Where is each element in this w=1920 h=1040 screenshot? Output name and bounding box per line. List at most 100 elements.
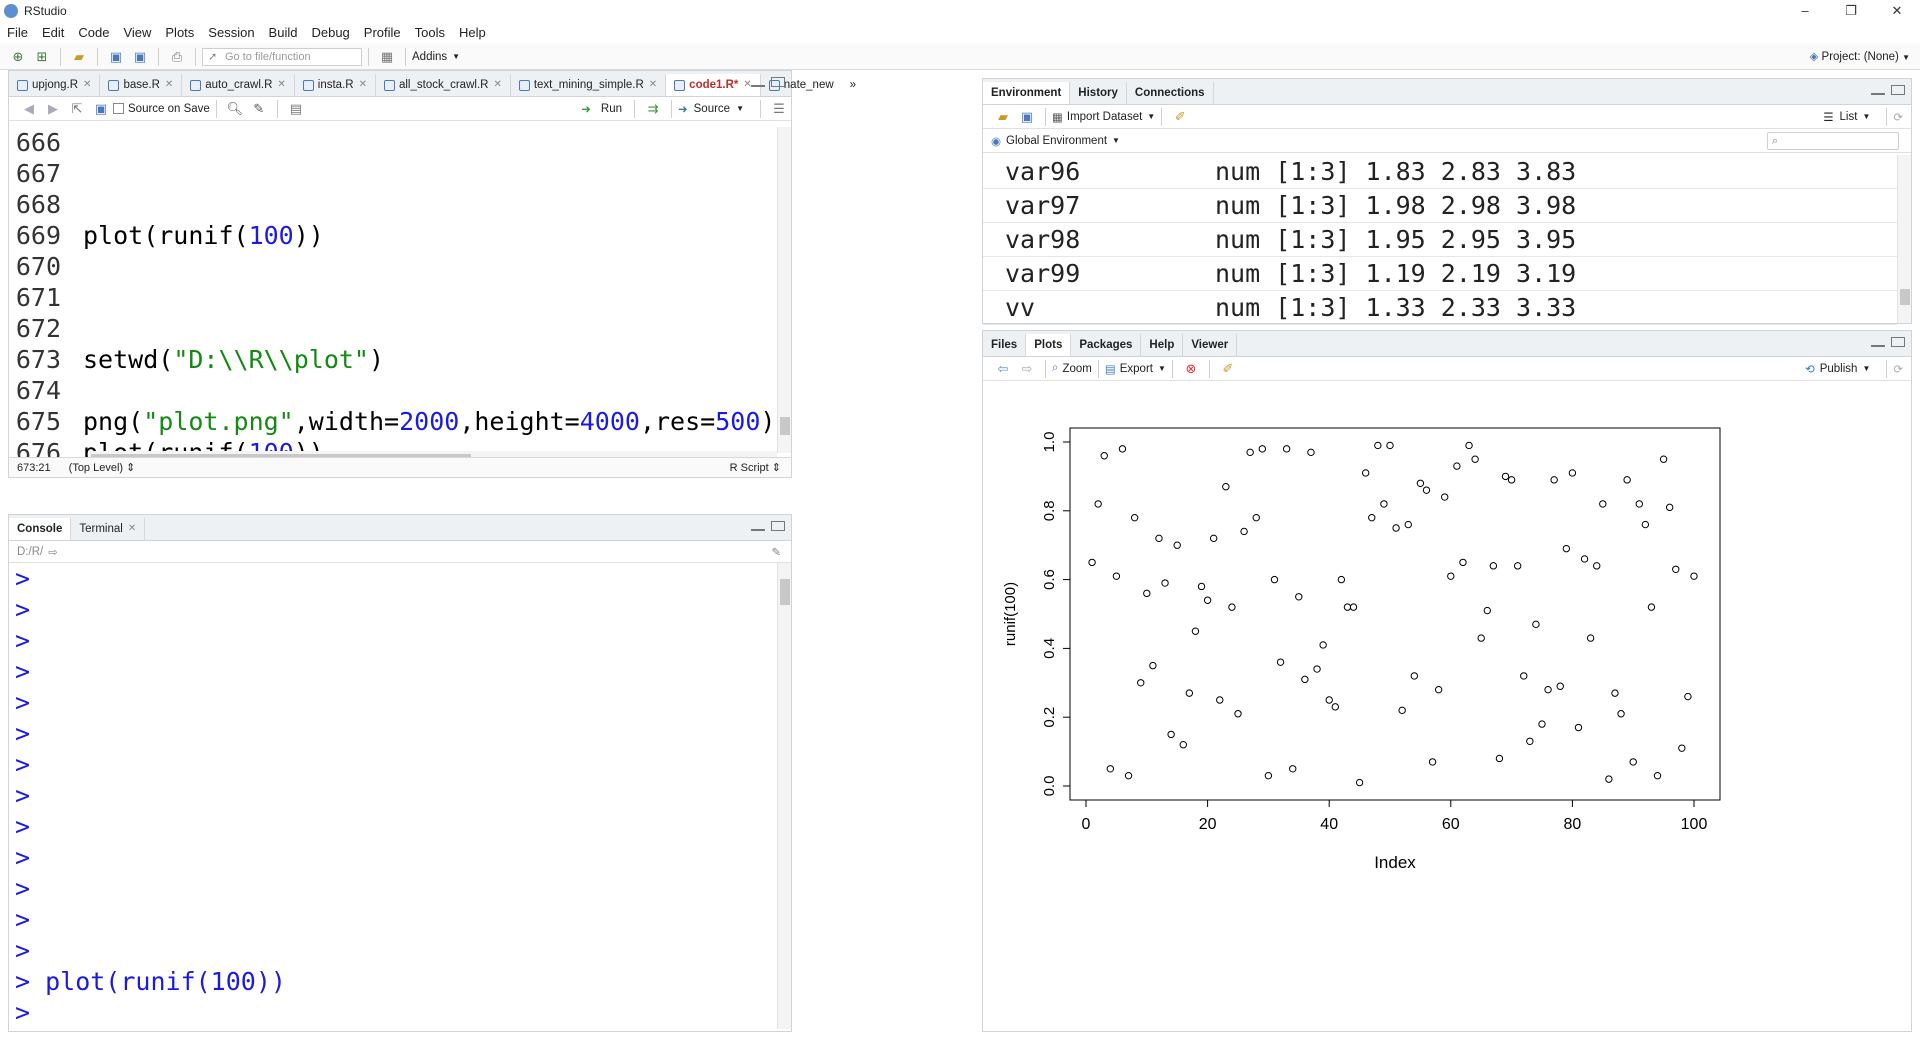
code-tools-wand-icon[interactable]: ✎ [250,100,268,118]
scrollbar-thumb[interactable] [780,417,790,435]
maximize-button[interactable]: ❐ [1828,0,1874,22]
close-tab-icon[interactable]: ✕ [83,74,91,96]
code-editor[interactable]: 666 667 668 669 plot(runif(100)) 670 671 672 673… [9,127,779,467]
maximize-pane-icon[interactable] [771,521,785,531]
tab-connections[interactable]: Connections [1127,82,1214,104]
environment-scope-selector[interactable]: Global Environment [1006,135,1107,147]
workspace-panes-icon[interactable]: ▦ [378,48,396,66]
project-menu[interactable]: ◈ Project: (None) ▼ [1809,49,1910,63]
previous-plot-icon[interactable]: ⇦ [994,360,1012,378]
minimize-pane-icon[interactable] [1871,91,1885,95]
list-view-selector[interactable]: List [1840,111,1858,123]
environment-row[interactable]: var97 num [1:3] 1.98 2.98 3.98 [983,189,1897,223]
close-tab-icon[interactable]: ✕ [359,74,367,96]
menu-code[interactable]: Code [71,22,116,44]
rerun-icon[interactable]: ⇉ [644,100,662,118]
tab-help[interactable]: Help [1141,334,1184,356]
tab-terminal[interactable]: Terminal ✕ [71,518,146,540]
code-line[interactable]: 673 setwd("D:\\R\\plot") [9,344,779,375]
save-all-icon[interactable]: ▣ [131,48,149,66]
menu-debug[interactable]: Debug [304,22,356,44]
environment-row[interactable]: var99 num [1:3] 1.19 2.19 3.19 [983,257,1897,291]
tab-environment[interactable]: Environment [983,82,1071,104]
tab-files[interactable]: Files [983,334,1027,356]
code-line[interactable]: 670 [9,251,779,282]
close-tab-icon[interactable]: ✕ [493,74,501,96]
tab-insta[interactable]: insta.R ✕ [295,74,376,96]
code-line[interactable]: 671 [9,282,779,313]
export-button[interactable]: Export [1120,363,1153,375]
back-arrow-icon[interactable]: ◀ [20,100,38,118]
code-line[interactable]: 672 [9,313,779,344]
run-button[interactable]: Run [601,103,622,115]
environment-row[interactable]: vv num [1:3] 1.33 2.33 3.33 [983,291,1897,325]
environment-vertical-scrollbar[interactable] [1897,155,1911,323]
tab-console[interactable]: Console [9,518,72,540]
compile-report-icon[interactable]: ▤ [287,100,305,118]
tab-code1[interactable]: code1.R* ✕ [666,74,761,96]
code-line[interactable]: 675 png("plot.png",width=2000,height=4000… [9,406,779,437]
outline-icon[interactable]: ☰ [770,100,788,118]
source-button[interactable]: Source [694,103,730,115]
new-project-icon[interactable]: ⊞ [33,48,51,66]
go-to-directory-icon[interactable]: ⇨ [48,545,58,559]
source-dropdown-icon[interactable]: ▼ [736,104,744,113]
open-file-icon[interactable]: ▰ [70,48,88,66]
broom-icon[interactable]: ✐ [1171,108,1189,126]
addins-dropdown-icon[interactable]: ▼ [452,52,460,61]
menu-help[interactable]: Help [452,22,493,44]
tab-history[interactable]: History [1070,82,1127,104]
code-line[interactable]: 674 [9,375,779,406]
minimize-pane-icon[interactable] [1871,343,1885,347]
minimize-button[interactable]: – [1782,0,1828,22]
minimize-pane-icon[interactable] [751,83,765,87]
code-line[interactable]: 669 plot(runif(100)) [9,220,779,251]
menu-view[interactable]: View [116,22,158,44]
tab-base[interactable]: base.R ✕ [100,74,183,96]
save-icon[interactable]: ▣ [92,100,110,118]
menu-profile[interactable]: Profile [357,22,408,44]
remove-plot-icon[interactable]: ⊗ [1182,360,1200,378]
close-tab-icon[interactable]: ✕ [649,74,657,96]
tab-upjong[interactable]: upjong.R ✕ [9,74,101,96]
code-line[interactable]: 668 [9,189,779,220]
menu-session[interactable]: Session [201,22,261,44]
scrollbar-thumb[interactable] [780,579,790,605]
more-tabs-icon[interactable]: » [842,74,864,96]
clear-plots-broom-icon[interactable]: ✐ [1219,360,1237,378]
refresh-icon[interactable]: ⟳ [1893,110,1903,124]
publish-dropdown-icon[interactable]: ▼ [1862,364,1870,373]
maximize-pane-icon[interactable] [771,77,785,87]
menu-tools[interactable]: Tools [408,22,452,44]
editor-vertical-scrollbar[interactable] [777,127,791,453]
next-plot-icon[interactable]: ⇨ [1018,360,1036,378]
close-tab-icon[interactable]: ✕ [277,74,285,96]
go-to-file-input[interactable]: ➚ Go to file/function [202,47,362,66]
code-line[interactable]: 667 [9,158,779,189]
import-dataset-button[interactable]: Import Dataset [1067,111,1142,123]
import-dropdown-icon[interactable]: ▼ [1147,112,1155,121]
tab-auto-crawl[interactable]: auto_crawl.R ✕ [182,74,295,96]
tab-text-mining-simple[interactable]: text_mining_simple.R ✕ [511,74,667,96]
minimize-pane-icon[interactable] [751,527,765,531]
show-in-window-icon[interactable]: ⇱ [68,100,86,118]
refresh-icon[interactable]: ⟳ [1893,362,1903,376]
close-tab-icon[interactable]: ✕ [165,74,173,96]
scrollbar-thumb[interactable] [1900,289,1910,305]
environment-row[interactable]: var96 num [1:3] 1.83 2.83 3.83 [983,155,1897,189]
scope-dropdown-icon[interactable]: ▼ [1112,136,1120,145]
forward-arrow-icon[interactable]: ▶ [44,100,62,118]
close-button[interactable]: ✕ [1874,0,1920,22]
menu-edit[interactable]: Edit [35,22,71,44]
tab-viewer[interactable]: Viewer [1183,334,1238,356]
file-type-selector[interactable]: R Script ⇕ [730,461,781,474]
print-icon[interactable]: ⎙ [168,48,186,66]
export-dropdown-icon[interactable]: ▼ [1158,364,1166,373]
console-vertical-scrollbar[interactable] [777,563,791,1029]
new-file-icon[interactable]: ⊕ [9,48,27,66]
save-workspace-icon[interactable]: ▣ [1018,108,1036,126]
menu-build[interactable]: Build [262,22,305,44]
menu-plots[interactable]: Plots [158,22,201,44]
addins-menu[interactable]: Addins [412,51,447,63]
environment-row[interactable]: var98 num [1:3] 1.95 2.95 3.95 [983,223,1897,257]
